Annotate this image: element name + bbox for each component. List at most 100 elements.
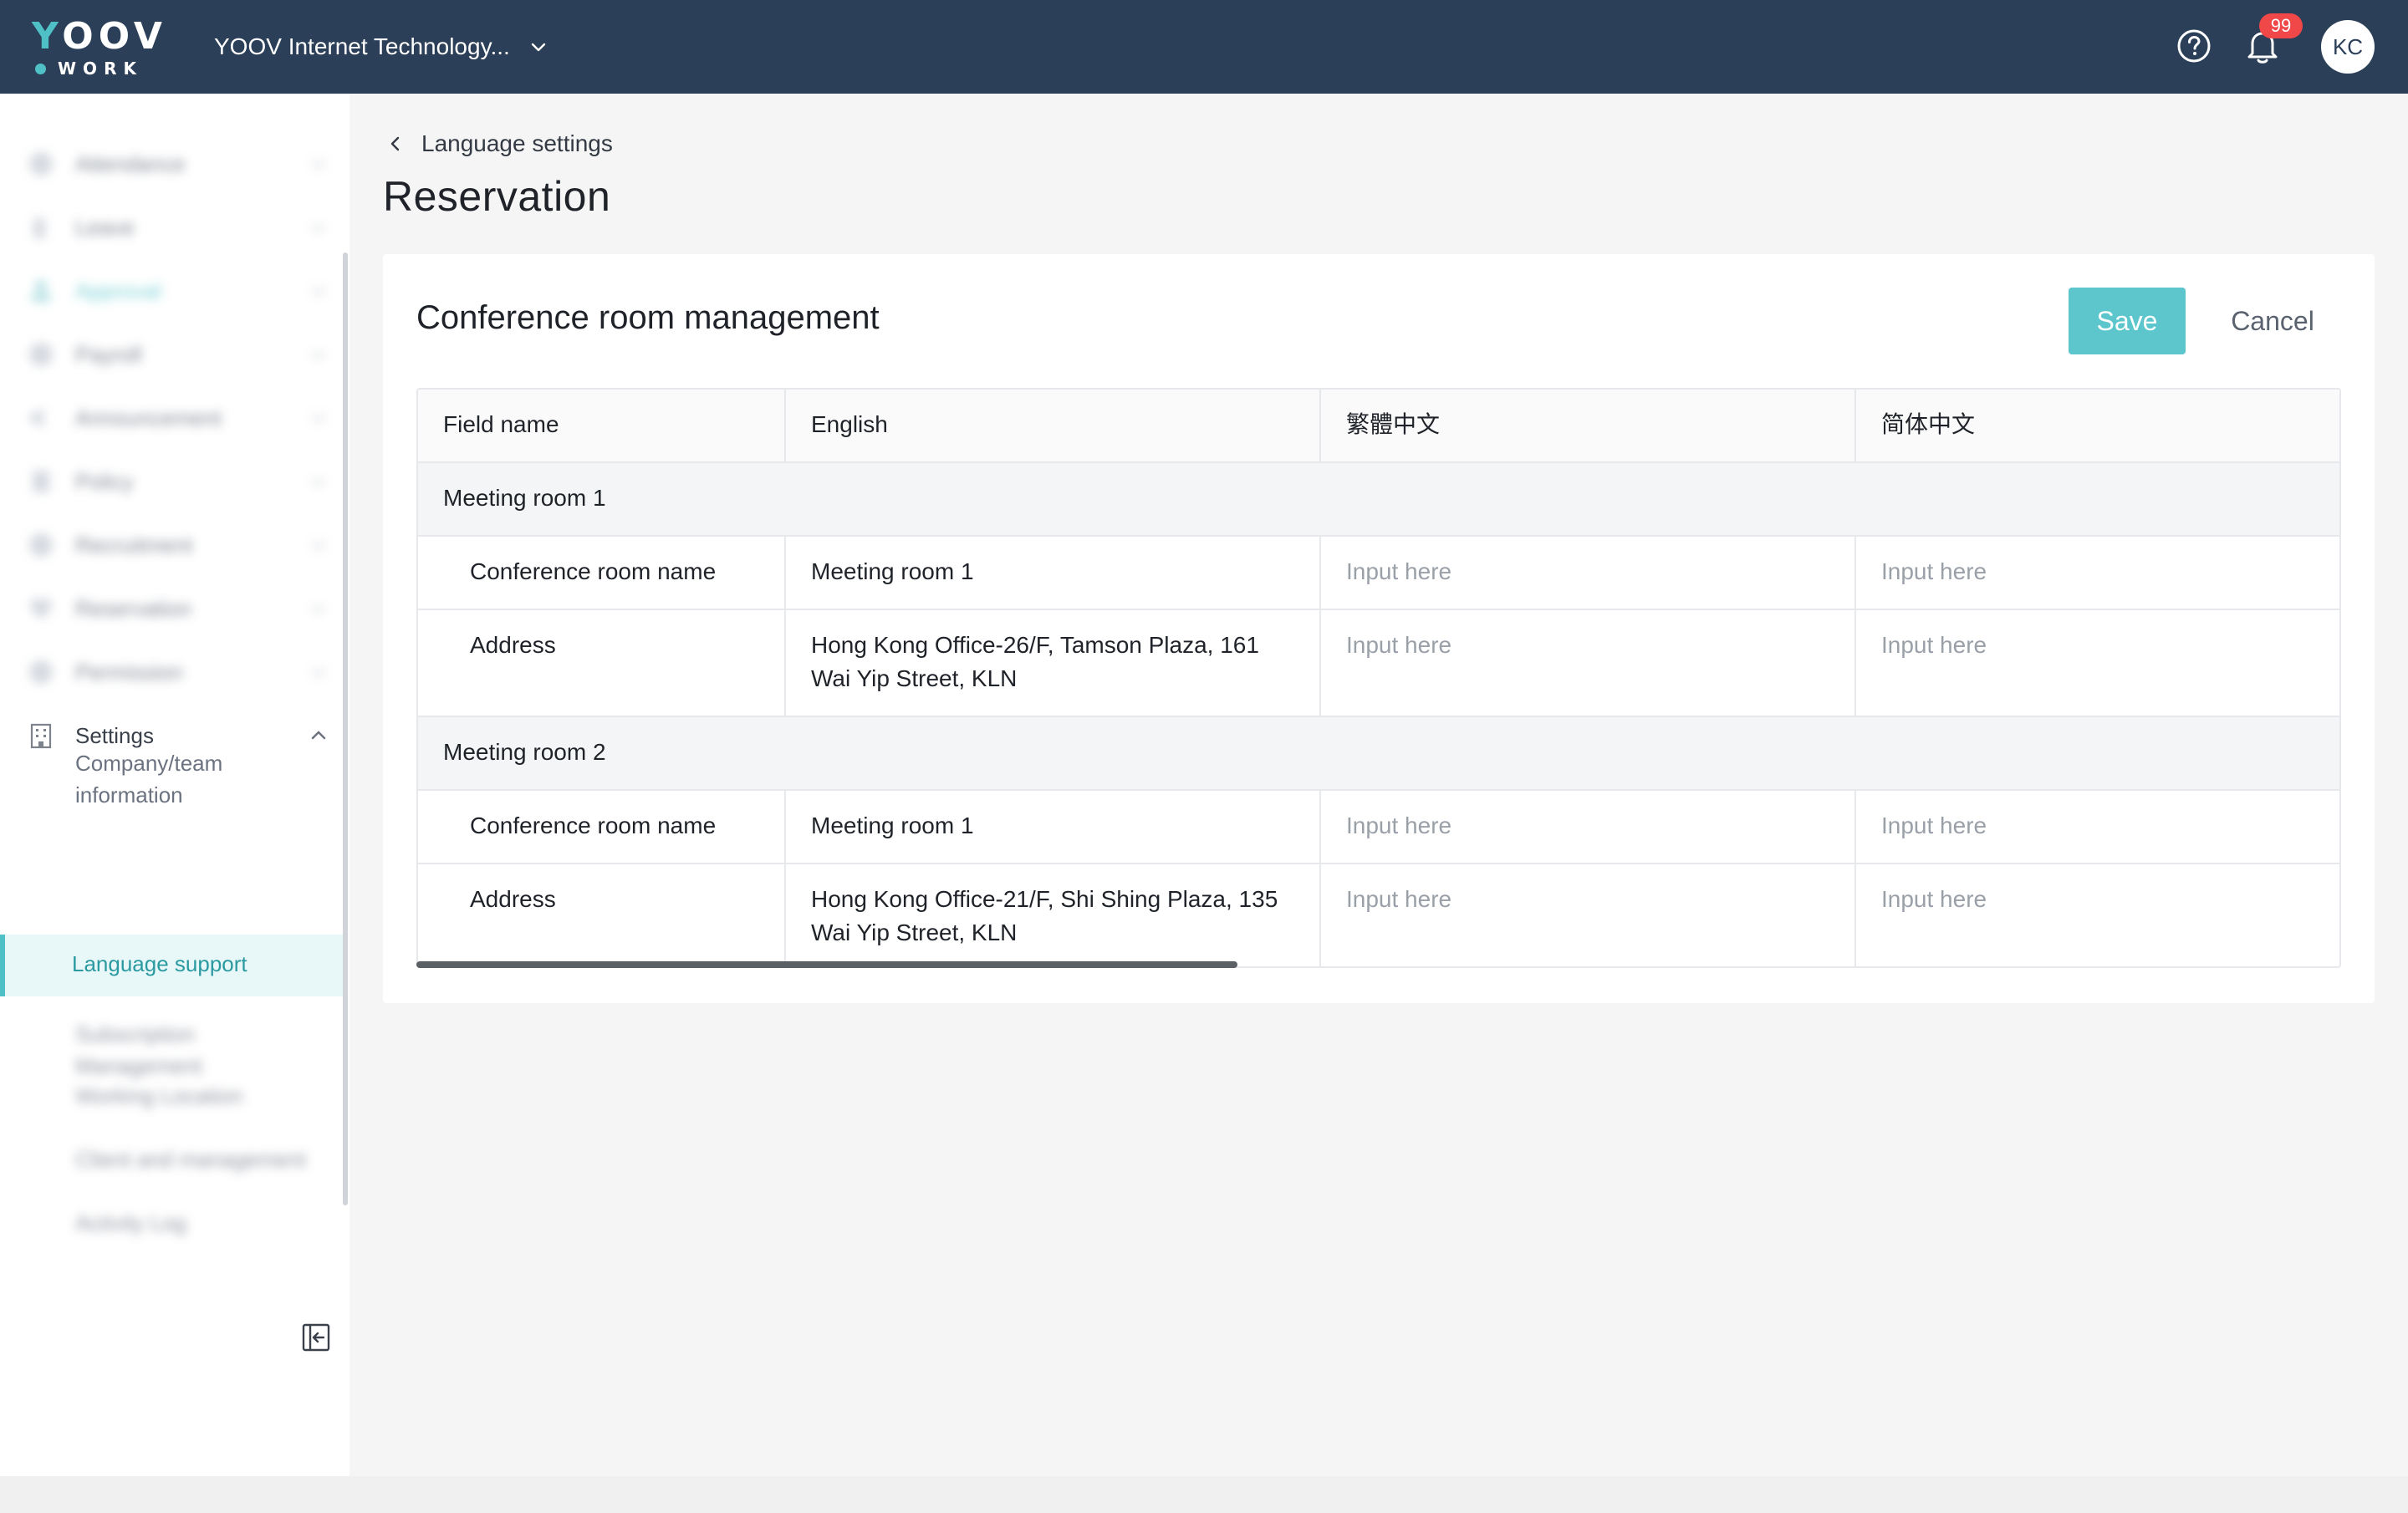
sidebar-item-leave[interactable]: Leave	[0, 196, 343, 259]
sidebar-subitem-language-support[interactable]: Language support	[0, 935, 346, 996]
input-placeholder: Input here	[1346, 886, 1452, 912]
chevron-down-icon	[312, 415, 325, 423]
reservation-icon	[31, 599, 51, 619]
input-placeholder: Input here	[1881, 886, 1987, 912]
breadcrumb-label: Language settings	[421, 130, 613, 156]
sidebar-item-approval[interactable]: Approval	[0, 259, 343, 323]
leave-icon	[33, 218, 45, 238]
permission-icon	[29, 660, 53, 684]
translation-table: Field name English 繁體中文 简体中文 Meeting roo…	[416, 388, 2341, 968]
english-value: Hong Kong Office-26/F, Tamson Plaza, 161…	[811, 632, 1259, 691]
logo-wordmark: YOOV	[32, 15, 167, 58]
logo-subtext: WORK	[58, 59, 143, 79]
sidebar-item-recruitment[interactable]: Recruitment	[0, 513, 343, 577]
sidebar-subitem-company-team-information[interactable]: Company/team information	[75, 747, 293, 811]
input-placeholder: Input here	[1881, 558, 1987, 584]
input-placeholder: Input here	[1881, 632, 1987, 658]
sidebar-subitem-activity-log[interactable]: Activity Log	[75, 1207, 186, 1239]
save-button[interactable]: Save	[2069, 288, 2186, 354]
simplified-chinese-input[interactable]: Input here	[1856, 864, 2339, 966]
chevron-down-icon	[312, 288, 325, 296]
sidebar-subitem-subscription-management[interactable]: Subscription Management	[75, 1018, 226, 1082]
sidebar-item-permission[interactable]: Permission	[0, 640, 343, 704]
clock-icon	[29, 152, 53, 176]
traditional-chinese-input[interactable]: Input here	[1321, 864, 1856, 966]
english-value: Meeting room 1	[811, 813, 974, 838]
breadcrumb-back-link[interactable]: Language settings	[386, 127, 613, 160]
card-title: Conference room management	[416, 299, 880, 336]
company-name: YOOV Internet Technology...	[214, 33, 510, 59]
sidebar-item-attendance[interactable]: Attendance	[0, 132, 343, 196]
yoov-work-logo[interactable]: YOOV WORK	[32, 15, 167, 79]
sidebar-item-label: Attendance	[75, 150, 186, 176]
chevron-left-icon	[390, 136, 400, 151]
column-header-traditional-chinese: 繁體中文	[1321, 390, 1856, 461]
input-placeholder: Input here	[1346, 558, 1452, 584]
sidebar-item-policy[interactable]: Policy	[0, 450, 343, 513]
input-placeholder: Input here	[1346, 813, 1452, 838]
field-name: Address	[470, 632, 556, 658]
column-header-english: English	[786, 390, 1321, 461]
table-row: Conference room name Meeting room 1 Inpu…	[418, 537, 2339, 610]
sidebar-item-label: Recruitment	[75, 532, 193, 558]
sidebar-item-label: Payroll	[75, 341, 142, 367]
collapse-sidebar-icon[interactable]	[301, 1322, 331, 1353]
chevron-down-icon	[531, 43, 546, 52]
column-header-field-name: Field name	[418, 390, 786, 461]
field-name: Address	[470, 886, 556, 912]
traditional-chinese-input[interactable]: Input here	[1321, 791, 1856, 863]
simplified-chinese-input[interactable]: Input here	[1856, 537, 2339, 609]
sidebar-item-announcement[interactable]: Announcement	[0, 386, 343, 450]
sidebar-item-label: Announcement	[75, 405, 222, 430]
chevron-up-icon	[311, 731, 326, 740]
sidebar-item-reservation[interactable]: Reservation	[0, 577, 343, 640]
help-icon[interactable]	[2176, 28, 2212, 64]
sidebar: Attendance Leave Approval Payroll Announ…	[0, 94, 349, 1476]
sidebar-scrollbar[interactable]	[343, 252, 348, 1205]
group-row: Meeting room 2	[418, 717, 2339, 791]
field-name: Conference room name	[470, 813, 717, 838]
input-placeholder: Input here	[1881, 813, 1987, 838]
sidebar-item-label: Approval	[75, 278, 161, 303]
table-row: Address Hong Kong Office-21/F, Shi Shing…	[418, 864, 2339, 966]
user-avatar[interactable]: KC	[2321, 20, 2375, 74]
sidebar-subitem-label: Language support	[72, 951, 247, 976]
traditional-chinese-input[interactable]: Input here	[1321, 537, 1856, 609]
building-icon	[30, 723, 52, 749]
chevron-down-icon	[312, 542, 325, 550]
top-bar: YOOV WORK YOOV Internet Technology... 99…	[0, 0, 2408, 94]
group-name: Meeting room 2	[443, 739, 606, 765]
chevron-down-icon	[312, 669, 325, 677]
table-row: Conference room name Meeting room 1 Inpu…	[418, 791, 2339, 864]
traditional-chinese-input[interactable]: Input here	[1321, 610, 1856, 716]
notification-badge: 99	[2259, 13, 2303, 38]
table-horizontal-scrollbar[interactable]	[416, 961, 1237, 968]
page-title: Reservation	[383, 173, 611, 220]
chevron-down-icon	[312, 224, 325, 232]
policy-icon	[33, 471, 49, 492]
sidebar-item-payroll[interactable]: Payroll	[0, 323, 343, 386]
sidebar-subitem-working-location[interactable]: Working Location	[75, 1080, 242, 1112]
simplified-chinese-input[interactable]: Input here	[1856, 791, 2339, 863]
group-name: Meeting room 1	[443, 485, 606, 511]
chevron-down-icon	[312, 160, 325, 169]
chevron-down-icon	[312, 605, 325, 614]
group-row: Meeting room 1	[418, 463, 2339, 537]
company-selector[interactable]: YOOV Internet Technology...	[214, 30, 548, 64]
payroll-icon	[29, 343, 53, 366]
table-row: Address Hong Kong Office-26/F, Tamson Pl…	[418, 610, 2339, 717]
sidebar-item-label: Settings	[75, 722, 154, 748]
simplified-chinese-input[interactable]: Input here	[1856, 610, 2339, 716]
megaphone-icon	[30, 409, 43, 427]
column-header-simplified-chinese: 简体中文	[1881, 411, 1976, 437]
footer-strip	[0, 1476, 2408, 1513]
sidebar-item-label: Permission	[75, 659, 183, 685]
approval-user-icon	[31, 280, 51, 302]
conference-room-card: Conference room management Save Cancel F…	[383, 254, 2375, 1003]
english-value: Hong Kong Office-21/F, Shi Shing Plaza, …	[811, 886, 1278, 945]
sidebar-subitem-client-and-management[interactable]: Client and management	[75, 1144, 306, 1175]
cancel-button[interactable]: Cancel	[2214, 288, 2331, 354]
input-placeholder: Input here	[1346, 632, 1452, 658]
table-header-row: Field name English 繁體中文 简体中文	[418, 390, 2339, 463]
sidebar-item-label: Leave	[75, 214, 135, 240]
